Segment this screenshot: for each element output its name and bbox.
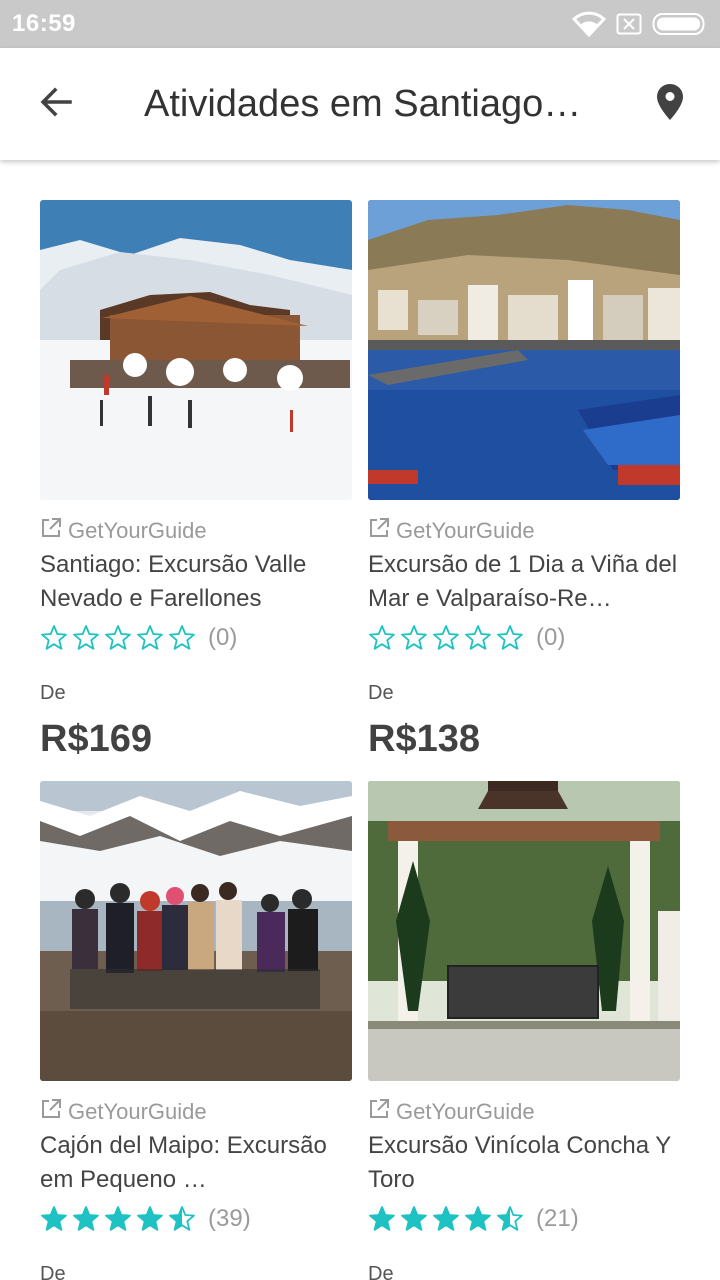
activity-card[interactable]: GetYourGuide Excursão Vinícola Concha Y … bbox=[368, 781, 680, 1280]
status-time: 16:59 bbox=[12, 10, 76, 37]
status-bar: 16:59 bbox=[0, 0, 720, 48]
star-icon bbox=[465, 625, 491, 650]
star-icon bbox=[41, 1206, 67, 1231]
activity-image bbox=[368, 200, 680, 500]
price-from-label: De bbox=[40, 1263, 66, 1280]
status-icons bbox=[572, 10, 708, 38]
star-icon bbox=[497, 625, 523, 650]
activity-image bbox=[40, 200, 352, 500]
activity-card[interactable]: GetYourGuide Excursão de 1 Dia a Viña de… bbox=[368, 200, 680, 760]
rating-stars bbox=[368, 624, 528, 652]
rating: (0) bbox=[40, 623, 237, 653]
rating: (39) bbox=[40, 1204, 251, 1234]
arrow-left-icon bbox=[38, 84, 74, 125]
activity-image bbox=[368, 781, 680, 1081]
star-icon bbox=[497, 1206, 523, 1231]
star-icon bbox=[465, 1206, 491, 1231]
provider-name: GetYourGuide bbox=[396, 518, 535, 543]
app-bar: Atividades em Santiago… bbox=[0, 48, 720, 160]
provider-link[interactable]: GetYourGuide bbox=[40, 518, 207, 544]
activity-card[interactable]: GetYourGuide Cajón del Maipo: Excursão e… bbox=[40, 781, 352, 1280]
star-icon bbox=[369, 625, 395, 650]
external-link-icon bbox=[40, 1098, 62, 1126]
external-link-icon bbox=[368, 1098, 390, 1126]
star-icon bbox=[169, 1206, 195, 1231]
star-icon bbox=[41, 625, 67, 650]
rating: (0) bbox=[368, 623, 565, 653]
star-icon bbox=[169, 625, 195, 650]
external-link-icon bbox=[368, 517, 390, 545]
provider-link[interactable]: GetYourGuide bbox=[368, 1099, 535, 1125]
external-link-icon bbox=[40, 517, 62, 545]
rating: (21) bbox=[368, 1204, 579, 1234]
no-sim-icon bbox=[616, 13, 642, 35]
activity-title: Excursão de 1 Dia a Viña del Mar e Valpa… bbox=[368, 551, 678, 612]
provider-name: GetYourGuide bbox=[68, 518, 207, 543]
review-count: (21) bbox=[536, 1205, 579, 1232]
price: R$169 bbox=[40, 718, 152, 760]
rating-stars bbox=[368, 1205, 528, 1233]
star-icon bbox=[401, 1206, 427, 1231]
review-count: (0) bbox=[208, 624, 238, 651]
rating-stars bbox=[40, 624, 200, 652]
star-icon bbox=[105, 1206, 131, 1231]
activity-image bbox=[40, 781, 352, 1081]
activity-title: Cajón del Maipo: Excursão em Pequeno … bbox=[40, 1132, 327, 1193]
review-count: (0) bbox=[536, 624, 566, 651]
price-from-label: De bbox=[368, 682, 394, 704]
price-from-label: De bbox=[40, 682, 66, 704]
price-from-label: De bbox=[368, 1263, 394, 1280]
provider-name: GetYourGuide bbox=[68, 1099, 207, 1124]
price: R$138 bbox=[368, 718, 480, 760]
star-icon bbox=[73, 625, 99, 650]
activity-title: Santiago: Excursão Valle Nevado e Farell… bbox=[40, 551, 307, 612]
star-icon bbox=[73, 1206, 99, 1231]
map-button[interactable] bbox=[644, 78, 696, 130]
rating-stars bbox=[40, 1205, 200, 1233]
map-pin-icon bbox=[656, 83, 684, 126]
page-title: Atividades em Santiago… bbox=[144, 83, 582, 125]
star-icon bbox=[401, 625, 427, 650]
star-icon bbox=[433, 625, 459, 650]
provider-link[interactable]: GetYourGuide bbox=[40, 1099, 207, 1125]
activity-title: Excursão Vinícola Concha Y Toro bbox=[368, 1132, 671, 1193]
review-count: (39) bbox=[208, 1205, 251, 1232]
star-icon bbox=[433, 1206, 459, 1231]
provider-name: GetYourGuide bbox=[396, 1099, 535, 1124]
provider-link[interactable]: GetYourGuide bbox=[368, 518, 535, 544]
star-icon bbox=[137, 1206, 163, 1231]
battery-icon bbox=[652, 12, 708, 36]
star-icon bbox=[137, 625, 163, 650]
back-button[interactable] bbox=[30, 78, 82, 130]
wifi-icon bbox=[572, 11, 606, 37]
activity-card[interactable]: GetYourGuide Santiago: Excursão Valle Ne… bbox=[40, 200, 352, 760]
star-icon bbox=[369, 1206, 395, 1231]
star-icon bbox=[105, 625, 131, 650]
